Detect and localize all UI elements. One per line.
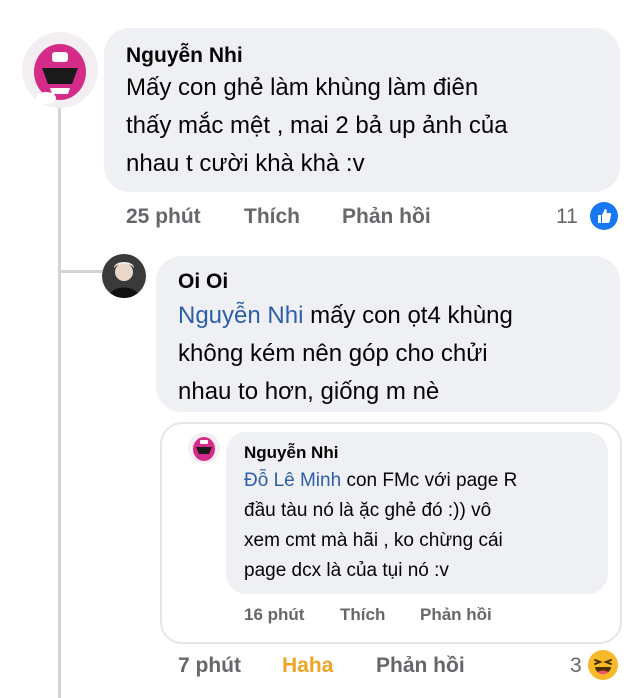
comment-timestamp[interactable]: 25 phút bbox=[126, 205, 201, 229]
quoted-author[interactable]: Nguyễn Nhi bbox=[244, 443, 338, 463]
quoted-text-line: Đỗ Lê Minh con FMc với page R bbox=[244, 470, 517, 492]
quoted-text-line: xem cmt mà hãi , ko chừng cái bbox=[244, 530, 503, 551]
haha-icon[interactable] bbox=[588, 650, 618, 680]
person-photo-icon bbox=[102, 254, 146, 298]
comment-text-line: thấy mắc mệt , mai 2 bả up ảnh của bbox=[126, 112, 508, 139]
thread-line-vertical bbox=[58, 104, 61, 698]
like-icon[interactable] bbox=[590, 202, 618, 230]
avatar[interactable] bbox=[102, 254, 146, 298]
comment-author[interactable]: Nguyễn Nhi bbox=[126, 44, 243, 68]
comment-text-line: Mấy con ghẻ làm khùng làm điên bbox=[126, 74, 479, 101]
quoted-text-fragment: con FMc với page R bbox=[341, 470, 518, 491]
comment-text-line: nhau t cười khà khà :v bbox=[126, 150, 365, 177]
reply-author[interactable]: Oi Oi bbox=[178, 270, 228, 294]
pink-ranger-avatar-icon bbox=[188, 432, 220, 464]
thread-line-branch bbox=[58, 270, 102, 273]
reaction-count[interactable]: 11 bbox=[556, 205, 578, 229]
quoted-reply-button[interactable]: Phản hồi bbox=[420, 605, 492, 625]
quoted-text-line: page dcx là của tụi nó :v bbox=[244, 560, 449, 581]
pink-ranger-avatar-icon bbox=[22, 32, 98, 108]
mention-tag[interactable]: Nguyễn Nhi bbox=[178, 302, 303, 329]
mention-tag[interactable]: Đỗ Lê Minh bbox=[244, 470, 341, 491]
quoted-text-line: đầu tàu nó là ặc ghẻ đó :)) vô bbox=[244, 500, 492, 521]
quoted-timestamp[interactable]: 16 phút bbox=[244, 605, 304, 625]
reply-button[interactable]: Phản hồi bbox=[376, 654, 465, 678]
like-button[interactable]: Thích bbox=[244, 205, 300, 229]
reply-button[interactable]: Phản hồi bbox=[342, 205, 431, 229]
reply-timestamp[interactable]: 7 phút bbox=[178, 654, 241, 678]
reaction-count[interactable]: 3 bbox=[570, 654, 582, 678]
haha-reaction-button[interactable]: Haha bbox=[282, 654, 333, 678]
avatar[interactable] bbox=[22, 32, 98, 108]
reply-text-line: Nguyễn Nhi mấy con ọt4 khùng bbox=[178, 302, 513, 330]
reply-text-fragment: mấy con ọt4 khùng bbox=[303, 302, 513, 329]
quoted-like-button[interactable]: Thích bbox=[340, 605, 385, 625]
reply-text-line: nhau to hơn, giống m nè bbox=[178, 378, 440, 405]
avatar[interactable] bbox=[188, 432, 220, 464]
reply-text-line: không kém nên góp cho chửi bbox=[178, 340, 488, 367]
